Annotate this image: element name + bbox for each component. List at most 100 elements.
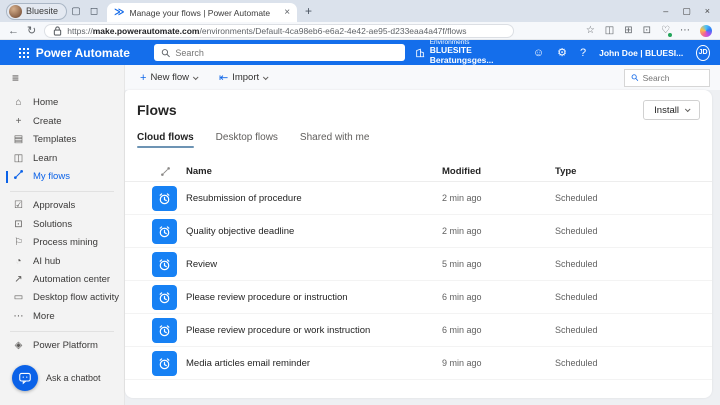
environment-picker[interactable]: Environments BLUESITE Beratungsges... (405, 39, 520, 66)
chevron-down-icon (263, 74, 269, 80)
import-button[interactable]: ⇤ Import (219, 71, 267, 84)
power-platform-icon: ◈ (12, 340, 25, 351)
favorite-star-icon[interactable]: ☆ (586, 25, 595, 36)
column-header-modified[interactable]: Modified (442, 166, 547, 177)
tab-title: Manage your flows | Power Automate (130, 8, 280, 18)
flow-name[interactable]: Media articles email reminder (186, 358, 434, 369)
sidebar-item-ai-hub[interactable]: ◔ AI hub (0, 252, 124, 270)
waffle-icon (19, 48, 21, 50)
sidebar-item-templates[interactable]: ▤ Templates (0, 130, 124, 148)
table-header-row: Name Modified Type (125, 161, 712, 182)
home-icon: ⌂ (12, 97, 25, 108)
window-maximize-button[interactable]: ▢ (682, 6, 691, 17)
more-menu-icon[interactable]: ⋯ (680, 25, 690, 36)
table-row[interactable]: Resubmission of procedure 2 min ago Sche… (125, 182, 712, 215)
main-content: + New flow ⇤ Import Flows (125, 65, 720, 405)
sidebar-item-process-mining[interactable]: ⚐ Process mining (0, 233, 124, 251)
split-screen-icon[interactable]: ◫ (605, 25, 614, 36)
app-header: Power Automate Environments BLUESITE Ber… (0, 40, 720, 65)
workspaces-icon[interactable]: ▢ (67, 6, 85, 17)
browser-essentials-icon[interactable]: ♡ (661, 25, 670, 36)
tab-desktop-flows[interactable]: Desktop flows (216, 132, 278, 148)
sidebar-item-learn[interactable]: ◫ Learn (0, 149, 124, 167)
flows-tabs: Cloud flows Desktop flows Shared with me (125, 120, 712, 148)
sidebar-item-approvals[interactable]: ☑ Approvals (0, 197, 124, 215)
chatbot-button[interactable] (12, 365, 38, 391)
help-icon[interactable]: ? (580, 47, 586, 59)
flow-name[interactable]: Please review procedure or work instruct… (186, 325, 434, 336)
browser-tab[interactable]: ≫ Manage your flows | Power Automate × (107, 3, 297, 22)
search-icon (161, 48, 170, 58)
essentials-status-dot (668, 33, 672, 37)
table-row[interactable]: Please review procedure or work instruct… (125, 314, 712, 347)
environment-icon (415, 47, 425, 59)
column-header-type[interactable]: Type (555, 166, 712, 177)
flows-panel: Flows Install Cloud flows Desktop flows … (125, 90, 712, 398)
feedback-icon[interactable]: ☺ (533, 47, 544, 59)
user-avatar[interactable]: JD (696, 45, 710, 61)
table-row[interactable]: Quality objective deadline 2 min ago Sch… (125, 215, 712, 248)
app-title[interactable]: Power Automate (36, 46, 130, 60)
collections-icon[interactable]: ⊡ (643, 25, 651, 36)
flow-name[interactable]: Please review procedure or instruction (186, 292, 434, 303)
sidebar-nav: ≡ ⌂ Home + Create ▤ Templates ◫ Learn (0, 65, 125, 405)
address-bar[interactable]: https://make.powerautomate.com/environme… (44, 24, 514, 38)
window-close-button[interactable]: × (705, 6, 710, 17)
sidebar-collapse-button[interactable]: ≡ (0, 70, 124, 87)
flow-modified: 6 min ago (442, 325, 547, 335)
approvals-icon: ☑ (12, 200, 25, 211)
global-search[interactable] (154, 44, 405, 61)
install-button[interactable]: Install (643, 100, 700, 120)
sidebar-item-solutions[interactable]: ⊡ Solutions (0, 215, 124, 233)
window-minimize-button[interactable]: – (663, 6, 668, 17)
waffle-menu-button[interactable] (0, 40, 32, 65)
sidebar-item-home[interactable]: ⌂ Home (0, 94, 124, 112)
copilot-icon[interactable] (700, 25, 712, 37)
profile-avatar (9, 5, 22, 18)
table-row[interactable]: Review 5 min ago Scheduled (125, 248, 712, 281)
scheduled-flow-icon (152, 318, 177, 343)
favorites-bar-icon[interactable]: ⊞ (624, 25, 632, 36)
import-arrow-icon: ⇤ (219, 71, 228, 84)
global-search-input[interactable] (175, 48, 397, 58)
chatbot-label: Ask a chatbot (46, 373, 101, 383)
chatbot-launcher[interactable]: Ask a chatbot (0, 355, 124, 405)
sidebar-item-my-flows[interactable]: My flows (0, 167, 124, 185)
sidebar-item-power-platform[interactable]: ◈ Power Platform (0, 336, 124, 354)
sidebar-item-more[interactable]: ⋯ More (0, 307, 124, 325)
profile-name: Bluesite (26, 6, 58, 16)
back-icon[interactable]: ← (8, 25, 19, 37)
browser-profile-button[interactable]: Bluesite (6, 3, 67, 20)
table-row[interactable]: Please review procedure or instruction 6… (125, 281, 712, 314)
sidebar-item-automation-center[interactable]: ↗ Automation center (0, 270, 124, 288)
tab-shared-with-me[interactable]: Shared with me (300, 132, 369, 148)
flow-name[interactable]: Resubmission of procedure (186, 193, 434, 204)
flow-type: Scheduled (555, 292, 712, 302)
flow-type-column-icon (152, 166, 178, 177)
settings-gear-icon[interactable]: ⚙ (557, 46, 567, 59)
table-row[interactable]: Media articles email reminder 9 min ago … (125, 347, 712, 380)
page-title: Flows (137, 102, 177, 118)
sidebar-item-create[interactable]: + Create (0, 112, 124, 130)
ai-hub-icon: ◔ (12, 256, 25, 267)
automation-center-icon: ↗ (12, 274, 25, 285)
tab-cloud-flows[interactable]: Cloud flows (137, 132, 194, 148)
flow-modified: 2 min ago (442, 193, 547, 203)
new-tab-button[interactable]: + (305, 4, 312, 18)
chat-bubble-icon (18, 371, 32, 385)
column-header-name[interactable]: Name (186, 166, 434, 177)
flow-name[interactable]: Review (186, 259, 434, 270)
sidebar-item-desktop-flow-activity[interactable]: ▭ Desktop flow activity (0, 289, 124, 307)
new-flow-button[interactable]: + New flow (140, 72, 197, 84)
chevron-down-icon (193, 74, 199, 80)
tab-close-icon[interactable]: × (284, 7, 290, 18)
flow-modified: 2 min ago (442, 226, 547, 236)
flows-search[interactable] (624, 69, 710, 87)
tab-actions-icon[interactable]: ◻ (85, 6, 103, 17)
flow-type: Scheduled (555, 226, 712, 236)
refresh-icon[interactable]: ↻ (27, 24, 36, 37)
flows-search-input[interactable] (643, 73, 703, 83)
flow-name[interactable]: Quality objective deadline (186, 226, 434, 237)
user-account-label[interactable]: John Doe | BLUESI... (599, 48, 683, 58)
book-icon: ◫ (12, 153, 25, 164)
